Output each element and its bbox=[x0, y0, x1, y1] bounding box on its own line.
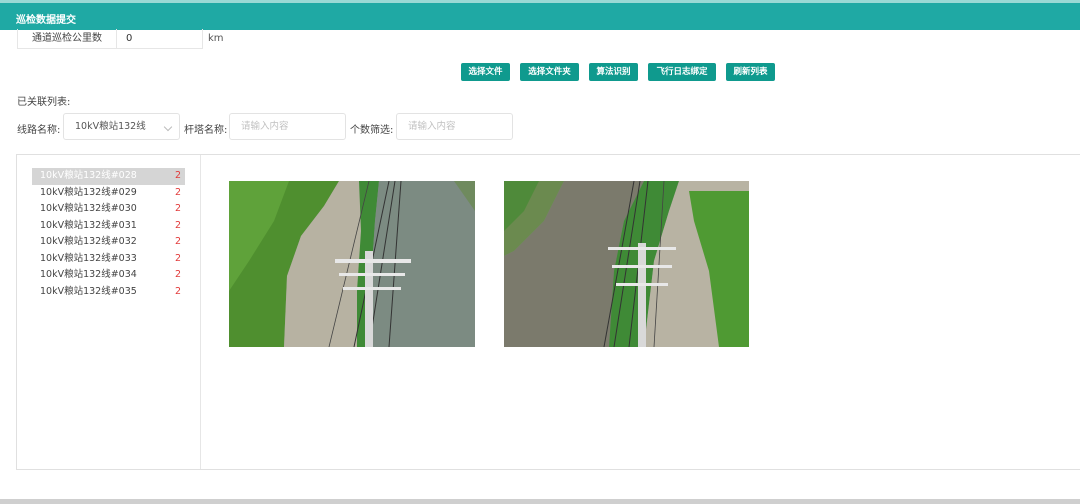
bottom-bar bbox=[0, 499, 1080, 504]
tower-list: 10kV粮站132线#028 2 10kV粮站132线#029 2 10kV粮站… bbox=[32, 168, 185, 300]
mileage-label: 通道巡检公里数 bbox=[17, 29, 117, 49]
line-name-select[interactable]: 10kV粮站132线 bbox=[63, 113, 180, 140]
count-filter-input[interactable]: 请输入内容 bbox=[396, 113, 513, 140]
inspection-photo-2-image bbox=[504, 181, 749, 347]
select-folder-button[interactable]: 选择文件夹 bbox=[520, 63, 579, 81]
inspection-photo-2[interactable] bbox=[504, 181, 749, 347]
tower-name-input[interactable]: 请输入内容 bbox=[229, 113, 346, 140]
list-item[interactable]: 10kV粮站132线#030 2 bbox=[32, 201, 185, 218]
refresh-list-button[interactable]: 刷新列表 bbox=[726, 63, 775, 81]
inspection-photo-1[interactable] bbox=[229, 181, 475, 347]
list-item[interactable]: 10kV粮站132线#028 2 bbox=[32, 168, 185, 185]
line-name-value: 10kV粮站132线 bbox=[75, 121, 146, 132]
associated-list-title: 已关联列表: bbox=[17, 97, 71, 108]
list-item[interactable]: 10kV粮站132线#031 2 bbox=[32, 218, 185, 235]
results-panel: 10kV粮站132线#028 2 10kV粮站132线#029 2 10kV粮站… bbox=[16, 154, 1080, 470]
select-file-button[interactable]: 选择文件 bbox=[461, 63, 510, 81]
count-filter-label: 个数筛选: bbox=[350, 125, 394, 136]
list-item[interactable]: 10kV粮站132线#032 2 bbox=[32, 234, 185, 251]
chevron-down-icon bbox=[163, 122, 173, 132]
mileage-unit: km bbox=[208, 33, 224, 44]
flight-log-bind-button[interactable]: 飞行日志绑定 bbox=[648, 63, 716, 81]
algorithm-recognition-button[interactable]: 算法识别 bbox=[589, 63, 638, 81]
list-item[interactable]: 10kV粮站132线#035 2 bbox=[32, 284, 185, 301]
title-bar: 巡检数据提交 bbox=[0, 0, 1080, 30]
tower-name-label: 杆塔名称: bbox=[184, 125, 228, 136]
list-item[interactable]: 10kV粮站132线#034 2 bbox=[32, 267, 185, 284]
list-item[interactable]: 10kV粮站132线#033 2 bbox=[32, 251, 185, 268]
inspection-photo-1-image bbox=[229, 181, 475, 347]
list-item[interactable]: 10kV粮站132线#029 2 bbox=[32, 185, 185, 202]
window-title: 巡检数据提交 bbox=[16, 15, 76, 26]
mileage-input[interactable]: 0 bbox=[117, 29, 203, 49]
tower-sidebar: 10kV粮站132线#028 2 10kV粮站132线#029 2 10kV粮站… bbox=[17, 155, 201, 469]
line-name-label: 线路名称: bbox=[17, 125, 61, 136]
